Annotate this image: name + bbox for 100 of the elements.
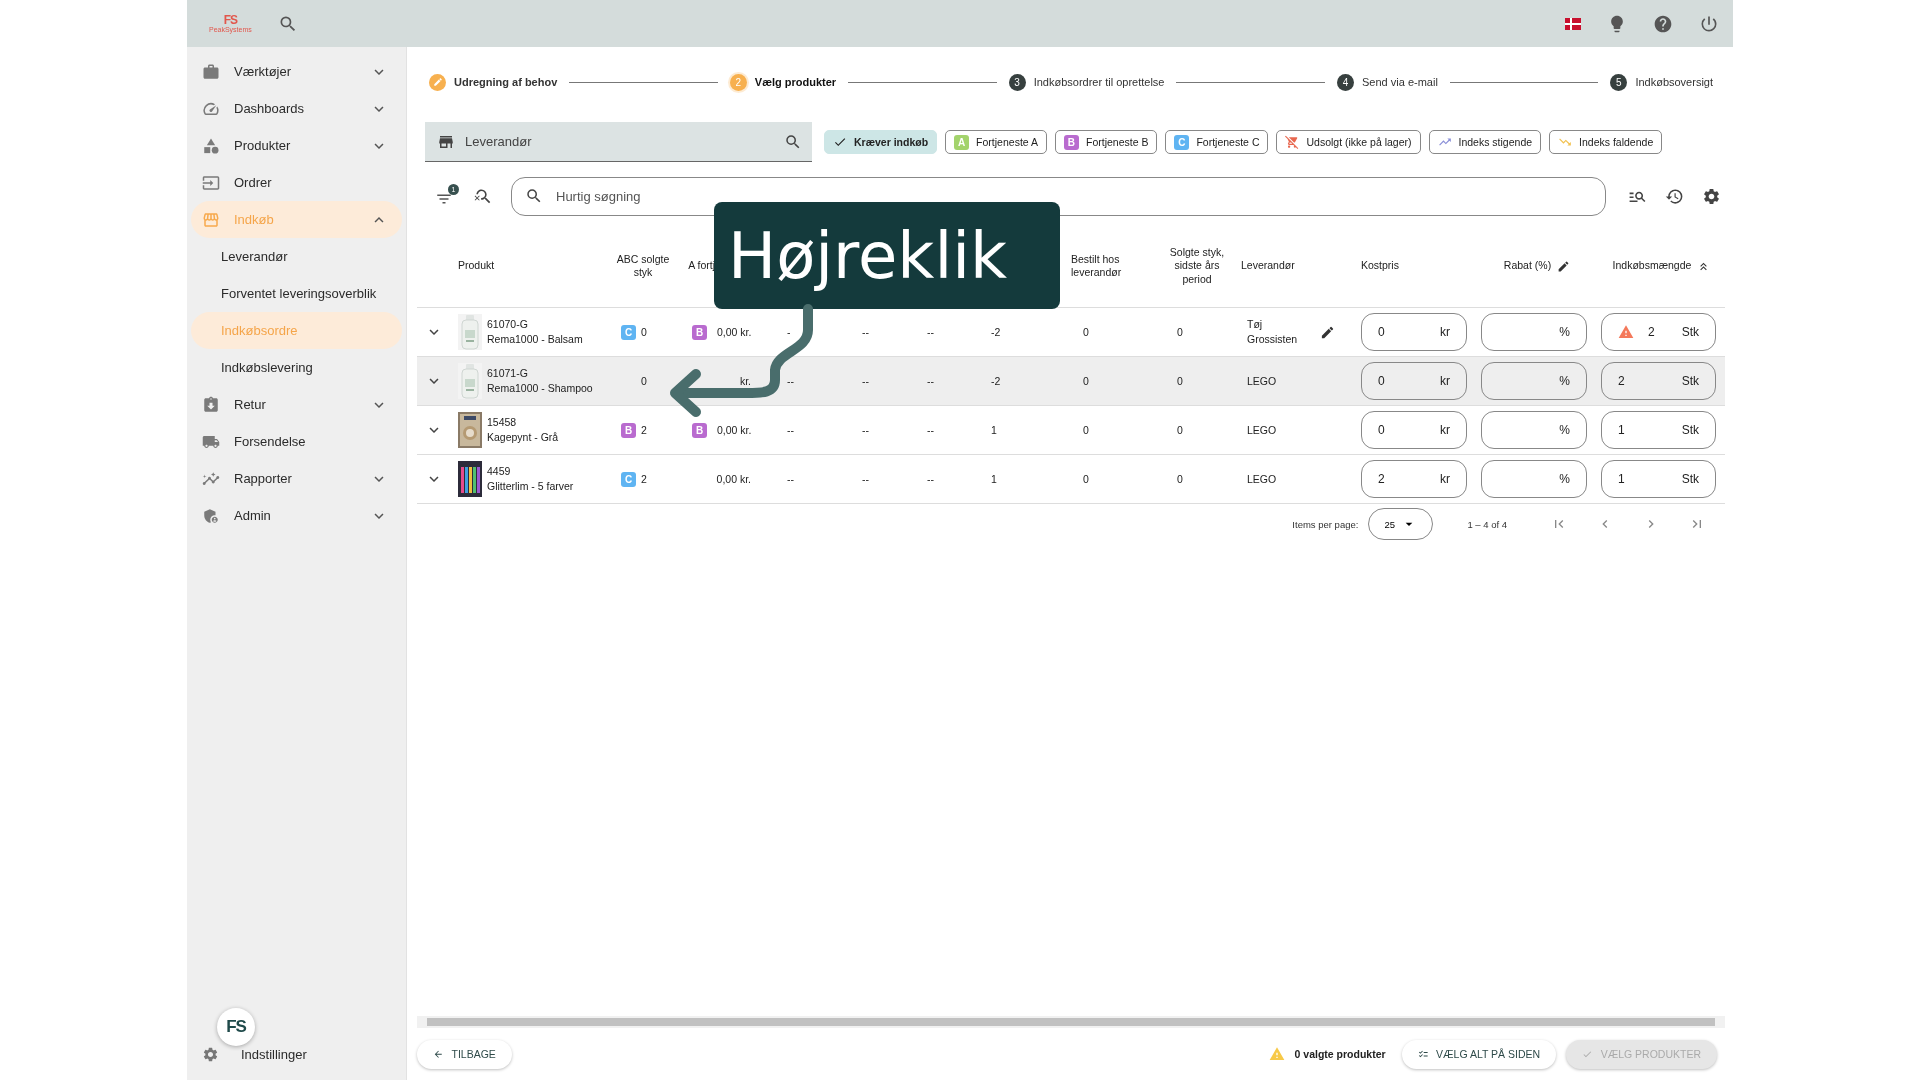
horizontal-scrollbar[interactable] xyxy=(417,1016,1725,1028)
quantity-field[interactable]: 1 Stk xyxy=(1601,460,1716,498)
pencil-icon[interactable] xyxy=(1557,259,1571,273)
filter-chip[interactable]: C Fortjeneste C xyxy=(1165,130,1269,154)
column-header: Produkt xyxy=(458,259,495,273)
filter-chip[interactable]: Kræver indkøb xyxy=(824,130,938,154)
cost-field[interactable]: 0 kr xyxy=(1361,313,1467,351)
search-field[interactable]: Hurtig søgning xyxy=(511,176,1606,216)
table-cell-text: 0 xyxy=(1082,424,1089,436)
nav-subitem[interactable]: Indkøbslevering xyxy=(191,349,402,386)
filter-chip[interactable]: B Fortjeneste B xyxy=(1055,130,1158,154)
cart-icon xyxy=(1285,135,1300,149)
letter-badge: B xyxy=(1064,134,1079,150)
discount-field[interactable]: % xyxy=(1481,362,1587,400)
table-cell: 0 xyxy=(641,326,647,338)
pencil-icon xyxy=(1320,324,1335,340)
nav-item[interactable]: Dashboards xyxy=(191,90,402,127)
table-cell-text: -2 xyxy=(990,375,1001,387)
quantity-field[interactable]: 2 Stk xyxy=(1601,362,1716,400)
table-cell-text: -- xyxy=(861,375,869,387)
edit-button[interactable] xyxy=(1320,324,1335,340)
step-label[interactable]: Send via e-mail xyxy=(1362,76,1438,88)
back-button[interactable]: TILBAGE xyxy=(417,1039,512,1069)
table-cell-text: 0 xyxy=(1176,424,1183,436)
store-icon xyxy=(202,210,220,229)
product-sku: 4459 xyxy=(487,463,512,479)
clipboard-icon xyxy=(202,395,220,414)
step-label[interactable]: Indkøbsoversigt xyxy=(1635,76,1714,88)
page-size-select[interactable]: 25 xyxy=(1368,508,1434,540)
filter-chip[interactable]: Indeks faldende xyxy=(1549,130,1663,154)
table-cell-text: 1 xyxy=(990,424,997,436)
table-cell: 0 xyxy=(641,375,647,387)
search-off-icon xyxy=(474,186,493,206)
letter-badge: A xyxy=(954,134,970,150)
discount-field[interactable]: % xyxy=(1481,313,1587,351)
table-cell-text: -- xyxy=(926,375,934,387)
table-row[interactable]: 61071-G Rema1000 - Shampoo 0 kr. -- -- -- -2 0 0 LEGO 0 kr % 2 Stk xyxy=(417,357,1725,406)
table-cell-text: -- xyxy=(926,473,934,485)
supplier-field[interactable]: Leverandør xyxy=(425,122,812,162)
cost-field[interactable]: 0 kr xyxy=(1361,362,1467,400)
filter-chip[interactable]: A Fortjeneste A xyxy=(945,130,1047,154)
chat-button[interactable]: FS xyxy=(217,1008,255,1046)
table-cell-text: -- xyxy=(926,326,934,338)
supplier-name: LEGO xyxy=(1246,422,1278,438)
nav-item[interactable]: Forsendelse xyxy=(191,423,402,460)
discount-field[interactable]: % xyxy=(1481,460,1587,498)
nav-item[interactable]: Retur xyxy=(191,386,402,423)
table-cell-text: -- xyxy=(861,473,869,485)
shield-icon xyxy=(202,506,220,525)
logo-mark: FS xyxy=(223,14,238,26)
shapes-icon xyxy=(202,136,220,155)
arrow-left-icon xyxy=(433,1048,444,1060)
product-name: Rema1000 - Shampoo xyxy=(487,381,593,396)
nav-item[interactable]: Admin xyxy=(191,497,402,534)
flag-icon[interactable] xyxy=(1565,17,1581,30)
store-icon xyxy=(437,133,455,151)
step-label[interactable]: Indkøbsordrer til oprettelse xyxy=(1033,76,1165,88)
nav-item[interactable]: Ordrer xyxy=(191,164,402,201)
nav-item[interactable]: Produkter xyxy=(191,127,402,164)
table-cell: 0,00 kr. xyxy=(717,424,752,436)
table-cell-text: 0 xyxy=(1176,326,1183,338)
search-icon[interactable] xyxy=(784,133,802,151)
quantity-field[interactable]: 2 Stk xyxy=(1601,313,1716,351)
table-cell-text: -- xyxy=(786,473,794,485)
step-label[interactable]: Vælg produkter xyxy=(754,76,837,88)
cost-field[interactable]: 2 kr xyxy=(1361,460,1467,498)
pencil-icon xyxy=(432,77,443,87)
help-icon[interactable] xyxy=(1653,13,1673,34)
table-cell: 2 xyxy=(641,473,647,485)
step-number: 5 xyxy=(1610,73,1628,91)
nav-item[interactable]: Værktøjer xyxy=(191,53,402,90)
column-header: A fortj xyxy=(688,259,715,273)
settings-label[interactable]: Indstillinger xyxy=(241,1046,307,1062)
settings-icon[interactable] xyxy=(202,1045,219,1063)
step-label[interactable]: Udregning af behov xyxy=(454,76,558,88)
product-name: Glitterlim - 5 farver xyxy=(487,479,574,494)
search-icon xyxy=(525,187,543,205)
cost-field[interactable]: 0 kr xyxy=(1361,411,1467,449)
letter-badge: B xyxy=(692,422,707,438)
filter-chip[interactable]: Udsolgt (ikke på lager) xyxy=(1276,130,1421,154)
letter-badge: C xyxy=(1174,134,1190,150)
checklist-icon xyxy=(1417,1048,1429,1060)
column-header: Leverandør xyxy=(1241,259,1295,273)
column-header: Kostpris xyxy=(1361,259,1399,273)
nav-subitem[interactable]: Forventet leveringsoverblik xyxy=(191,275,402,312)
nav-item[interactable]: Rapporter xyxy=(191,460,402,497)
step-number: 3 xyxy=(1008,73,1026,91)
table-cell-text: 0 xyxy=(1082,473,1089,485)
filter-chip[interactable]: Indeks stigende xyxy=(1428,130,1542,154)
table-cell-text: - xyxy=(786,326,791,338)
nav-subitem[interactable]: Leverandør xyxy=(191,238,402,275)
quantity-field[interactable]: 1 Stk xyxy=(1601,411,1716,449)
annotation-callout: Højreklik xyxy=(714,202,1060,309)
product-sku: 61071-G xyxy=(487,365,529,381)
table-cell-text: 0 xyxy=(1176,473,1183,485)
discount-field[interactable]: % xyxy=(1481,411,1587,449)
page-size-label: Items per page: xyxy=(1292,518,1359,530)
table-cell-text: 1 xyxy=(990,473,997,485)
product-name: Rema1000 - Balsam xyxy=(487,332,583,347)
select-all-button[interactable]: VÆLG ALT PÅ SIDEN xyxy=(1401,1039,1557,1069)
